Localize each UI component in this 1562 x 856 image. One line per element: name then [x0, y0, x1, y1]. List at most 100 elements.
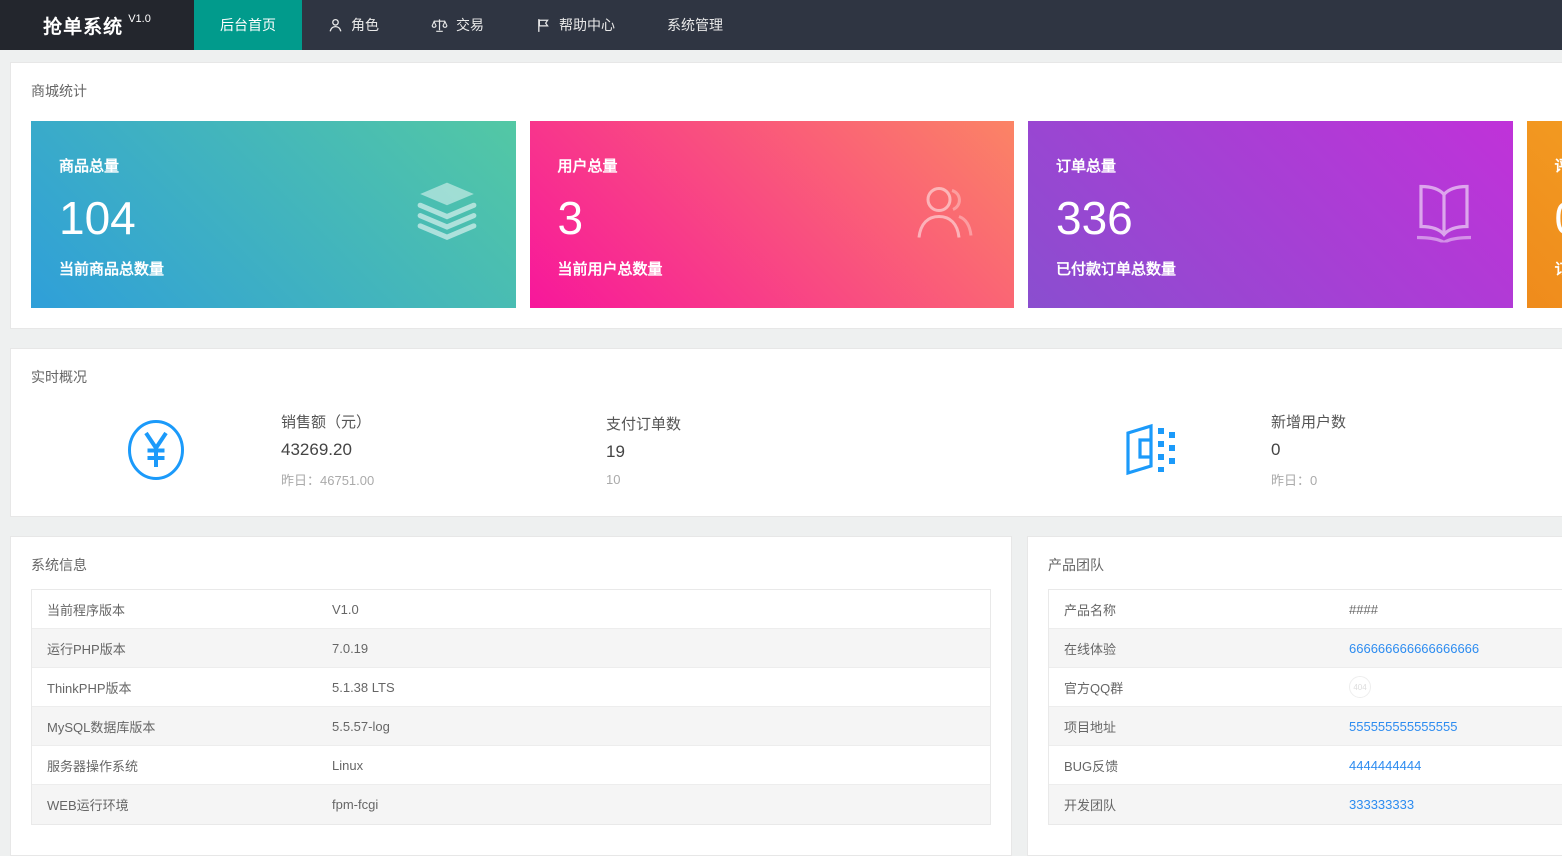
nav-tab-help-label: 帮助中心 [559, 15, 615, 35]
online-demo-link[interactable]: 666666666666666666 [1349, 641, 1479, 656]
paid-orders-yesterday: 10 [606, 472, 931, 487]
nav-tab-help[interactable]: 帮助中心 [510, 0, 641, 50]
app-title: 抢单系统 [43, 12, 123, 39]
paid-orders-value: 19 [606, 442, 931, 462]
stat-card-3-label: 订单总量 [1056, 155, 1485, 176]
sales-yesterday: 昨日：46751.00 [281, 470, 606, 489]
mall-stats-title: 商城统计 [31, 83, 1562, 100]
table-row: 项目地址 555555555555555 [1049, 707, 1562, 746]
paid-orders-stat: 支付订单数 19 10 [606, 413, 931, 487]
row-value: Linux [332, 758, 363, 773]
row-label: ThinkPHP版本 [47, 678, 332, 697]
system-info-panel: 系统信息 当前程序版本 V1.0 运行PHP版本 7.0.19 ThinkPHP… [10, 536, 1012, 856]
paid-orders-label: 支付订单数 [606, 413, 931, 434]
user-icon [328, 18, 343, 33]
app-version: V1.0 [128, 13, 151, 25]
new-users-stat: 新增用户数 0 昨日：0 [1271, 411, 1562, 489]
main-nav: 后台首页 角色 交易 帮助中心 系统管理 [194, 0, 749, 50]
page-content: 商城统计 商品总量 104 当前商品总数量 用户总量 3 当前用 [0, 50, 1562, 856]
stat-card-3: 订单总量 336 已付款订单总数量 [1028, 121, 1513, 308]
nav-tab-home-label: 后台首页 [220, 15, 276, 35]
nav-tab-roles-label: 角色 [351, 15, 379, 35]
door-panel-icon [1021, 419, 1271, 481]
realtime-title: 实时概况 [31, 369, 1562, 386]
stat-card-4: 评论总量 0 订单评论总量 [1527, 121, 1562, 308]
table-row: 当前程序版本 V1.0 [32, 590, 990, 629]
row-label: 在线体验 [1064, 639, 1349, 658]
row-label: 官方QQ群 [1064, 678, 1349, 697]
row-value: V1.0 [332, 602, 359, 617]
row-label: MySQL数据库版本 [47, 717, 332, 736]
dev-team-link[interactable]: 333333333 [1349, 797, 1414, 812]
row-label: 项目地址 [1064, 717, 1349, 736]
stat-card-2-sub: 当前用户总数量 [558, 258, 987, 279]
table-row: 服务器操作系统 Linux [32, 746, 990, 785]
product-team-panel: 产品团队 产品名称 #### 在线体验 666666666666666666 官… [1027, 536, 1562, 856]
row-label: 运行PHP版本 [47, 639, 332, 658]
new-users-yesterday: 昨日：0 [1271, 470, 1562, 489]
nav-tab-trade[interactable]: 交易 [405, 0, 510, 50]
row-label: 当前程序版本 [47, 600, 332, 619]
row-value: 7.0.19 [332, 641, 368, 656]
scales-icon [431, 18, 448, 33]
table-row: 运行PHP版本 7.0.19 [32, 629, 990, 668]
table-row: 产品名称 #### [1049, 590, 1562, 629]
project-url-link[interactable]: 555555555555555 [1349, 719, 1457, 734]
new-users-label: 新增用户数 [1271, 411, 1562, 432]
row-label: 产品名称 [1064, 600, 1349, 619]
product-team-title: 产品团队 [1048, 557, 1562, 574]
stat-card-2: 用户总量 3 当前用户总数量 [530, 121, 1015, 308]
row-label: WEB运行环境 [47, 795, 332, 814]
new-users-value: 0 [1271, 440, 1562, 460]
table-row: WEB运行环境 fpm-fcgi [32, 785, 990, 824]
stat-card-4-value: 0 [1555, 192, 1562, 244]
row-label: BUG反馈 [1064, 756, 1349, 775]
table-row: BUG反馈 4444444444 [1049, 746, 1562, 785]
open-book-icon [1411, 182, 1477, 247]
realtime-group-sales: 销售额（元） 43269.20 昨日：46751.00 支付订单数 19 10 [31, 411, 1021, 489]
row-label: 服务器操作系统 [47, 756, 332, 775]
nav-tab-roles[interactable]: 角色 [302, 0, 405, 50]
stat-card-1-sub: 当前商品总数量 [59, 258, 488, 279]
system-info-table: 当前程序版本 V1.0 运行PHP版本 7.0.19 ThinkPHP版本 5.… [31, 589, 991, 825]
layers-icon [414, 180, 480, 249]
nav-tab-home[interactable]: 后台首页 [194, 0, 302, 50]
users-icon [912, 181, 978, 248]
realtime-panel: 实时概况 销售额（元） 43269.20 昨日：46751.00 支付订单数 1… [10, 348, 1562, 517]
table-row: 官方QQ群 404 [1049, 668, 1562, 707]
stat-card-3-sub: 已付款订单总数量 [1056, 258, 1485, 279]
broken-image-404-icon: 404 [1349, 676, 1371, 698]
row-value: 5.1.38 LTS [332, 680, 395, 695]
flag-icon [536, 18, 551, 33]
stat-card-1-label: 商品总量 [59, 155, 488, 176]
bug-feedback-link[interactable]: 4444444444 [1349, 758, 1421, 773]
stat-card-4-label: 评论总量 [1555, 155, 1562, 176]
table-row: 在线体验 666666666666666666 [1049, 629, 1562, 668]
sales-value: 43269.20 [281, 440, 606, 460]
yuan-circle-icon [31, 419, 281, 481]
realtime-row: 销售额（元） 43269.20 昨日：46751.00 支付订单数 19 10 [31, 404, 1562, 496]
sales-label: 销售额（元） [281, 411, 606, 432]
product-name-value: #### [1349, 602, 1378, 617]
nav-tab-system[interactable]: 系统管理 [641, 0, 749, 50]
row-value: fpm-fcgi [332, 797, 378, 812]
product-team-table: 产品名称 #### 在线体验 666666666666666666 官方QQ群 … [1048, 589, 1562, 825]
table-row: MySQL数据库版本 5.5.57-log [32, 707, 990, 746]
row-value: 5.5.57-log [332, 719, 390, 734]
bottom-row: 系统信息 当前程序版本 V1.0 运行PHP版本 7.0.19 ThinkPHP… [10, 536, 1562, 856]
table-row: ThinkPHP版本 5.1.38 LTS [32, 668, 990, 707]
stat-card-1: 商品总量 104 当前商品总数量 [31, 121, 516, 308]
realtime-group-users: 新增用户数 0 昨日：0 [1021, 411, 1562, 489]
nav-tab-system-label: 系统管理 [667, 15, 723, 35]
stat-card-4-sub: 订单评论总量 [1555, 258, 1562, 279]
mall-stats-panel: 商城统计 商品总量 104 当前商品总数量 用户总量 3 当前用 [10, 62, 1562, 329]
row-label: 开发团队 [1064, 795, 1349, 814]
app-logo[interactable]: 抢单系统 V1.0 [0, 0, 194, 50]
stat-card-2-label: 用户总量 [558, 155, 987, 176]
nav-tab-trade-label: 交易 [456, 15, 484, 35]
table-row: 开发团队 333333333 [1049, 785, 1562, 824]
sales-stat: 销售额（元） 43269.20 昨日：46751.00 [281, 411, 606, 489]
system-info-title: 系统信息 [31, 557, 991, 574]
top-navbar: 抢单系统 V1.0 后台首页 角色 交易 帮助中心 系统管理 [0, 0, 1562, 50]
stat-cards-row: 商品总量 104 当前商品总数量 用户总量 3 当前用户总数量 [31, 121, 1562, 308]
